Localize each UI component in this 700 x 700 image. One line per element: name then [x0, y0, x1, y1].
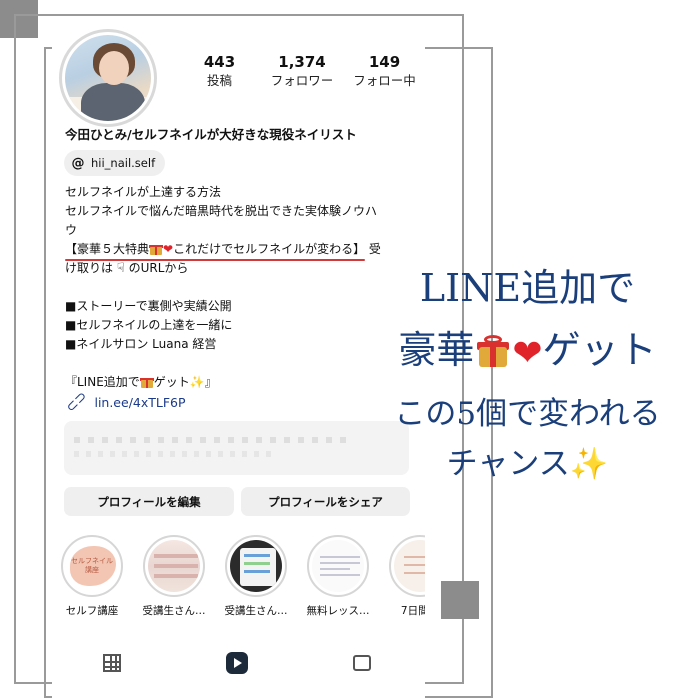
promo-line-3: この5個で変われる: [394, 396, 661, 432]
avatar-photo: [65, 35, 151, 121]
tagged-icon: [353, 655, 371, 671]
heart-icon: ❤: [163, 242, 174, 256]
red-underline: [65, 259, 366, 261]
bio-line: セルフネイルで悩んだ暗黒時代を脱出できた実体験ノウハ: [65, 204, 378, 218]
promo-line-1: LINE追加で: [419, 266, 636, 310]
highlight-cover: [307, 535, 369, 597]
share-profile-button[interactable]: プロフィールをシェア: [241, 487, 410, 516]
profile-tab-bar: [52, 643, 425, 683]
highlight-cover-text: セルフネイル 講座: [71, 557, 113, 574]
pointing-down-icon: ☟: [116, 261, 125, 276]
highlight-label: 無料レッス…: [306, 605, 370, 617]
stat-followers-label: フォロワー: [270, 73, 334, 88]
highlight-item[interactable]: 無料レッス…: [306, 535, 370, 618]
promo-text: 豪華: [398, 328, 475, 372]
highlight-cover: [225, 535, 287, 597]
stat-following-label: フォロー中: [353, 73, 416, 88]
highlight-item[interactable]: 受講生さん…: [224, 535, 288, 618]
grid-icon: [103, 654, 121, 672]
profile-name: 今田ひとみ/セルフネイルが大好きな現役ネイリスト: [65, 127, 357, 142]
redacted-text: [74, 451, 274, 457]
highlight-label: 受講生さん…: [142, 605, 206, 617]
bio-text: 『LINE追加で: [65, 375, 140, 389]
highlight-cover: セルフネイル 講座: [61, 535, 123, 597]
promo-line-4: チャンス✨: [355, 440, 700, 488]
bio-text: 【豪華５大特典: [65, 242, 150, 256]
stat-posts-label: 投稿: [206, 73, 232, 88]
highlight-label: 7日間無: [400, 605, 425, 617]
stat-following[interactable]: 149 フォロー中: [347, 52, 422, 90]
bio-text: これだけでセルフネイルが変わる】: [173, 242, 366, 256]
promo-line-2: 豪華 ❤ゲット: [355, 322, 700, 382]
bio-text: け取りは: [65, 261, 114, 275]
heart-icon: ❤: [512, 333, 543, 374]
bio-highlight: 【豪華５大特典 ❤これだけでセルフネイルが変わる】: [65, 240, 366, 261]
threads-handle: hii_nail.self: [91, 156, 156, 170]
threads-icon: @: [71, 155, 85, 171]
stat-followers-value: 1,374: [278, 53, 326, 71]
stat-posts-value: 443: [203, 53, 236, 71]
reels-icon: [226, 652, 248, 674]
gift-icon: [139, 375, 154, 388]
highlight-cover: [389, 535, 425, 597]
decorative-square-bottom-right: [441, 581, 479, 619]
bio-line: ウ: [65, 223, 78, 237]
threads-badge[interactable]: @ hii_nail.self: [64, 150, 166, 176]
gift-icon: [149, 242, 164, 255]
bio-line-special: 【豪華５大特典 ❤これだけでセルフネイルが変わる】 受: [65, 240, 420, 261]
bio-text: のURLから: [128, 261, 189, 275]
promo-text: チャンス: [446, 446, 570, 482]
avatar[interactable]: [59, 29, 157, 127]
profile-link[interactable]: ⊂⊃ lin.ee/4xTLF6P: [63, 388, 186, 416]
profile-stats: 443 投稿 1,374 フォロワー 149 フォロー中: [182, 52, 422, 90]
sparkles-icon: ✨: [569, 446, 609, 482]
tab-tagged[interactable]: [342, 643, 382, 683]
highlight-cover: [143, 535, 205, 597]
stat-posts[interactable]: 443 投稿: [182, 52, 257, 90]
redacted-text: [74, 437, 354, 443]
sparkles-icon: ✨: [189, 375, 205, 389]
tab-posts-grid[interactable]: [92, 643, 132, 683]
bio-text: 』: [204, 375, 217, 389]
highlight-item[interactable]: セルフネイル 講座 セルフ講座: [60, 535, 124, 618]
tab-reels[interactable]: [217, 643, 257, 683]
highlight-item[interactable]: 受講生さん…: [142, 535, 206, 618]
stat-following-value: 149: [368, 53, 401, 71]
gift-icon: [476, 335, 510, 367]
highlight-label: 受講生さん…: [224, 605, 288, 617]
bio-text: 受: [368, 242, 381, 256]
edit-profile-button[interactable]: プロフィールを編集: [64, 487, 234, 516]
bio-line: セルフネイルが上達する方法: [65, 185, 222, 199]
bio-text: ゲット: [153, 375, 190, 389]
profile-link-text: lin.ee/4xTLF6P: [94, 394, 186, 410]
promo-text: ゲット: [542, 328, 657, 372]
highlight-item[interactable]: 7日間無: [388, 535, 425, 618]
stat-followers[interactable]: 1,374 フォロワー: [265, 52, 340, 90]
story-highlights: セルフネイル 講座 セルフ講座 受講生さん… 受講生さん… 無料レッス… 7日間: [60, 535, 425, 620]
link-icon: ⊂⊃: [62, 388, 91, 416]
highlight-label: セルフ講座: [65, 605, 119, 617]
promo-overlay-text: LINE追加で 豪華 ❤ゲット この5個で変われる チャンス✨: [355, 262, 700, 488]
